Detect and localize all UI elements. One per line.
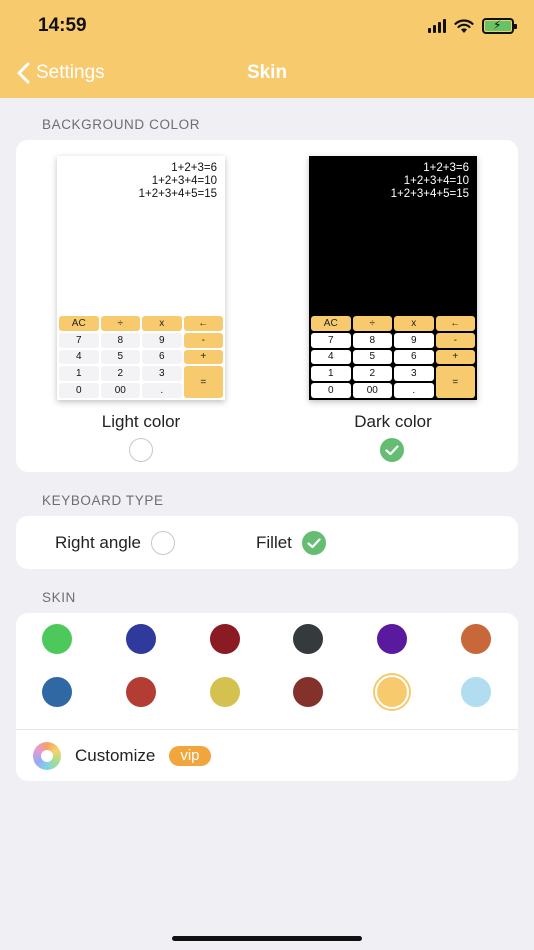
key-6: 6 [394, 349, 434, 365]
home-indicator [172, 936, 362, 941]
section-label-skin: SKIN [42, 590, 76, 605]
right-angle-label: Right angle [55, 533, 142, 552]
back-label: Settings [36, 62, 105, 83]
key-00: 00 [100, 383, 140, 398]
key-equals: = [435, 366, 475, 398]
key-backspace: ← [435, 316, 475, 331]
right-angle-radio[interactable] [151, 531, 176, 555]
key-4: 4 [311, 349, 351, 365]
key-dot: . [142, 383, 182, 398]
formula-display: 1+2+3=6 1+2+3+4=10 1+2+3+4+5=15 [390, 162, 469, 200]
key-backspace: ← [183, 316, 223, 331]
key-minus: - [435, 332, 475, 348]
key-dot: . [394, 383, 434, 398]
fillet-label: Fillet [256, 533, 292, 552]
key-00: 00 [352, 383, 392, 398]
formula-display: 1+2+3=6 1+2+3+4=10 1+2+3+4+5=15 [138, 162, 217, 200]
customize-row[interactable]: Customize vip [33, 742, 211, 770]
keyboard-option-fillet[interactable]: Fillet [256, 531, 326, 555]
key-7: 7 [59, 332, 99, 348]
skin-swatch-2[interactable] [126, 624, 156, 654]
section-label-background-color: BACKGROUND COLOR [42, 117, 201, 132]
status-time: 14:59 [38, 15, 87, 36]
dark-color-radio[interactable] [380, 438, 404, 462]
skin-card: Customize vip [16, 613, 518, 781]
chevron-left-icon [17, 62, 30, 84]
key-9: 9 [394, 332, 434, 348]
key-equals: = [183, 366, 223, 398]
key-8: 8 [352, 332, 392, 348]
section-label-keyboard-type: KEYBOARD TYPE [42, 493, 164, 508]
key-3: 3 [142, 366, 182, 382]
key-0: 0 [311, 383, 351, 398]
nav-header: 14:59 ⚡ Settings Skin [0, 0, 534, 98]
key-1: 1 [59, 366, 99, 382]
status-icons: ⚡ [428, 16, 517, 36]
skin-swatch-4[interactable] [293, 624, 323, 654]
customize-label: Customize [75, 746, 156, 765]
key-divide: ÷ [352, 316, 392, 331]
signal-icon [428, 19, 446, 33]
keyboard-option-right-angle[interactable]: Right angle [55, 531, 176, 555]
key-1: 1 [311, 366, 351, 382]
keyboard-type-card: Right angle Fillet [16, 516, 518, 569]
keypad: AC ÷ x ← 7 8 9 - 4 5 6 + 1 2 3 = 0 00 . [311, 316, 475, 398]
key-multiply: x [142, 316, 182, 331]
key-ac: AC [311, 316, 351, 331]
key-divide: ÷ [100, 316, 140, 331]
key-5: 5 [352, 349, 392, 365]
skin-swatch-1[interactable] [42, 624, 72, 654]
key-plus: + [435, 349, 475, 365]
skin-swatch-10[interactable] [293, 677, 323, 707]
key-2: 2 [100, 366, 140, 382]
key-6: 6 [142, 349, 182, 365]
key-ac: AC [59, 316, 99, 331]
key-7: 7 [311, 332, 351, 348]
battery-icon: ⚡ [482, 18, 517, 34]
background-color-card: 1+2+3=6 1+2+3+4=10 1+2+3+4+5=15 AC ÷ x ←… [16, 140, 518, 472]
checkmark-icon [307, 537, 321, 548]
key-minus: - [183, 332, 223, 348]
fillet-radio[interactable] [301, 531, 326, 555]
light-color-preview[interactable]: 1+2+3=6 1+2+3+4=10 1+2+3+4+5=15 AC ÷ x ←… [57, 156, 225, 400]
dark-color-preview[interactable]: 1+2+3=6 1+2+3+4=10 1+2+3+4+5=15 AC ÷ x ←… [309, 156, 477, 400]
skin-swatch-5[interactable] [377, 624, 407, 654]
key-multiply: x [394, 316, 434, 331]
wifi-icon [454, 18, 474, 33]
keypad: AC ÷ x ← 7 8 9 - 4 5 6 + 1 2 3 = 0 00 . [59, 316, 223, 398]
skin-swatch-9[interactable] [210, 677, 240, 707]
skin-swatch-11[interactable] [377, 677, 407, 707]
skin-swatch-6[interactable] [461, 624, 491, 654]
skin-swatch-8[interactable] [126, 677, 156, 707]
back-button[interactable]: Settings [16, 62, 105, 84]
color-wheel-icon [33, 742, 61, 770]
key-0: 0 [59, 383, 99, 398]
key-5: 5 [100, 349, 140, 365]
light-color-label: Light color [101, 412, 181, 431]
vip-badge: vip [169, 746, 211, 766]
checkmark-icon [385, 444, 399, 455]
skin-swatch-12[interactable] [461, 677, 491, 707]
dark-color-label: Dark color [354, 412, 432, 431]
skin-swatch-7[interactable] [42, 677, 72, 707]
divider [16, 729, 518, 730]
light-color-radio[interactable] [129, 438, 153, 462]
key-2: 2 [352, 366, 392, 382]
key-4: 4 [59, 349, 99, 365]
key-9: 9 [142, 332, 182, 348]
key-plus: + [183, 349, 223, 365]
skin-swatch-3[interactable] [210, 624, 240, 654]
key-8: 8 [100, 332, 140, 348]
key-3: 3 [394, 366, 434, 382]
